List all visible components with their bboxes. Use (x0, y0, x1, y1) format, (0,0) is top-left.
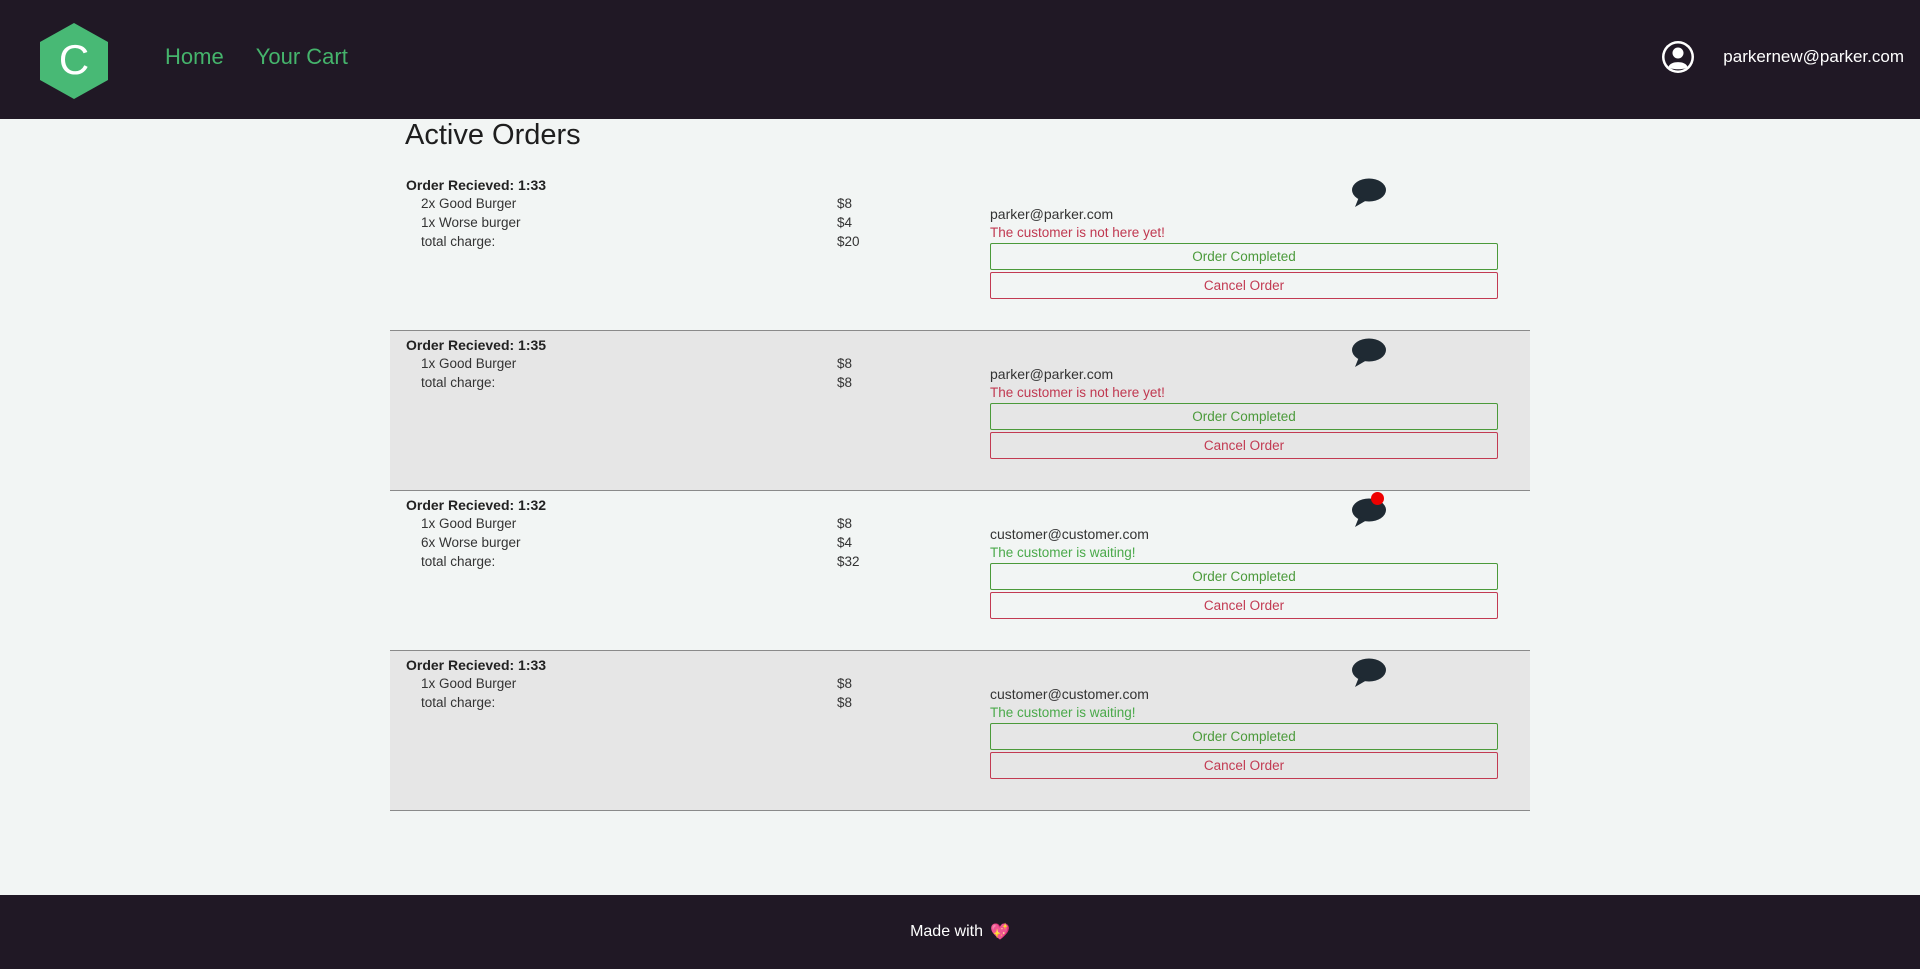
order-received-time: Order Recieved: 1:33 (406, 657, 547, 673)
notification-dot (1371, 492, 1384, 505)
page-title: Active Orders (405, 119, 581, 151)
order-item-name: total charge: (421, 695, 496, 710)
order-item-price: $4 (837, 215, 853, 230)
order-items: 1x Good Burger $8 total charge: $8 (421, 676, 871, 714)
order-item: total charge: $32 (421, 554, 871, 573)
cancel-order-button[interactable]: Cancel Order (990, 272, 1498, 299)
order-row: Order Recieved: 1:32 1x Good Burger $8 6x … (390, 491, 1530, 651)
order-item-price: $8 (837, 695, 853, 710)
cancel-order-button[interactable]: Cancel Order (990, 592, 1498, 619)
order-row: Order Recieved: 1:33 1x Good Burger $8 tot… (390, 651, 1530, 811)
customer-email: parker@parker.com (990, 206, 1114, 222)
order-item-name: 1x Good Burger (421, 676, 517, 691)
order-item-price: $20 (837, 234, 860, 249)
order-items: 2x Good Burger $8 1x Worse burger $4 total c… (421, 196, 871, 253)
customer-status: The customer is waiting! (990, 545, 1136, 560)
order-completed-button[interactable]: Order Completed (990, 403, 1498, 430)
order-item-price: $8 (837, 516, 853, 531)
order-item-price: $32 (837, 554, 860, 569)
order-received-time: Order Recieved: 1:32 (406, 497, 547, 513)
user-menu[interactable]: parkernew@parker.com (1661, 40, 1904, 74)
customer-email: parker@parker.com (990, 366, 1114, 382)
order-item-name: total charge: (421, 375, 496, 390)
chat-icon[interactable] (1351, 177, 1387, 209)
main-nav: Home Your Cart (165, 44, 348, 70)
customer-status: The customer is not here yet! (990, 385, 1165, 400)
order-item-name: 6x Worse burger (421, 535, 521, 550)
order-item-name: 1x Good Burger (421, 516, 517, 531)
order-received-time: Order Recieved: 1:33 (406, 177, 547, 193)
chat-icon[interactable] (1351, 657, 1387, 689)
order-item-name: 2x Good Burger (421, 196, 517, 211)
order-item-name: 1x Worse burger (421, 215, 521, 230)
order-row: Order Recieved: 1:35 1x Good Burger $8 tot… (390, 331, 1530, 491)
order-item-price: $8 (837, 356, 853, 371)
order-item-name: total charge: (421, 234, 496, 249)
order-item: total charge: $20 (421, 234, 871, 253)
nav-home-link[interactable]: Home (165, 44, 224, 70)
order-item-price: $8 (837, 196, 853, 211)
order-item: total charge: $8 (421, 375, 871, 394)
hexagon-logo-icon: C (40, 23, 108, 99)
order-item-price: $8 (837, 676, 853, 691)
order-received-time: Order Recieved: 1:35 (406, 337, 547, 353)
customer-email: customer@customer.com (990, 526, 1149, 542)
chat-icon[interactable] (1351, 337, 1387, 369)
orders-list: Order Recieved: 1:33 2x Good Burger $8 1x … (390, 171, 1530, 811)
order-item-name: total charge: (421, 554, 496, 569)
order-completed-button[interactable]: Order Completed (990, 243, 1498, 270)
logo-letter: C (59, 36, 89, 83)
order-item: 1x Worse burger $4 (421, 215, 871, 234)
order-item: 1x Good Burger $8 (421, 676, 871, 695)
cancel-order-button[interactable]: Cancel Order (990, 432, 1498, 459)
order-item-price: $4 (837, 535, 853, 550)
order-item: 1x Good Burger $8 (421, 516, 871, 535)
order-completed-button[interactable]: Order Completed (990, 563, 1498, 590)
order-completed-button[interactable]: Order Completed (990, 723, 1498, 750)
nav-cart-link[interactable]: Your Cart (256, 44, 348, 70)
customer-email: customer@customer.com (990, 686, 1149, 702)
cancel-order-button[interactable]: Cancel Order (990, 752, 1498, 779)
top-navbar: C Home Your Cart parkernew@parker.com (0, 0, 1920, 119)
user-avatar-icon[interactable] (1661, 40, 1695, 74)
order-items: 1x Good Burger $8 6x Worse burger $4 total c… (421, 516, 871, 573)
order-item-price: $8 (837, 375, 853, 390)
user-email[interactable]: parkernew@parker.com (1723, 47, 1904, 67)
footer: Made with 💖 (0, 895, 1920, 969)
footer-text: Made with (910, 923, 983, 940)
order-row: Order Recieved: 1:33 2x Good Burger $8 1x … (390, 171, 1530, 331)
order-item: 2x Good Burger $8 (421, 196, 871, 215)
order-item: 6x Worse burger $4 (421, 535, 871, 554)
heart-icon: 💖 (990, 924, 1010, 941)
order-item: 1x Good Burger $8 (421, 356, 871, 375)
logo[interactable]: C (40, 23, 108, 99)
customer-status: The customer is waiting! (990, 705, 1136, 720)
order-item-name: 1x Good Burger (421, 356, 517, 371)
order-item: total charge: $8 (421, 695, 871, 714)
customer-status: The customer is not here yet! (990, 225, 1165, 240)
order-items: 1x Good Burger $8 total charge: $8 (421, 356, 871, 394)
